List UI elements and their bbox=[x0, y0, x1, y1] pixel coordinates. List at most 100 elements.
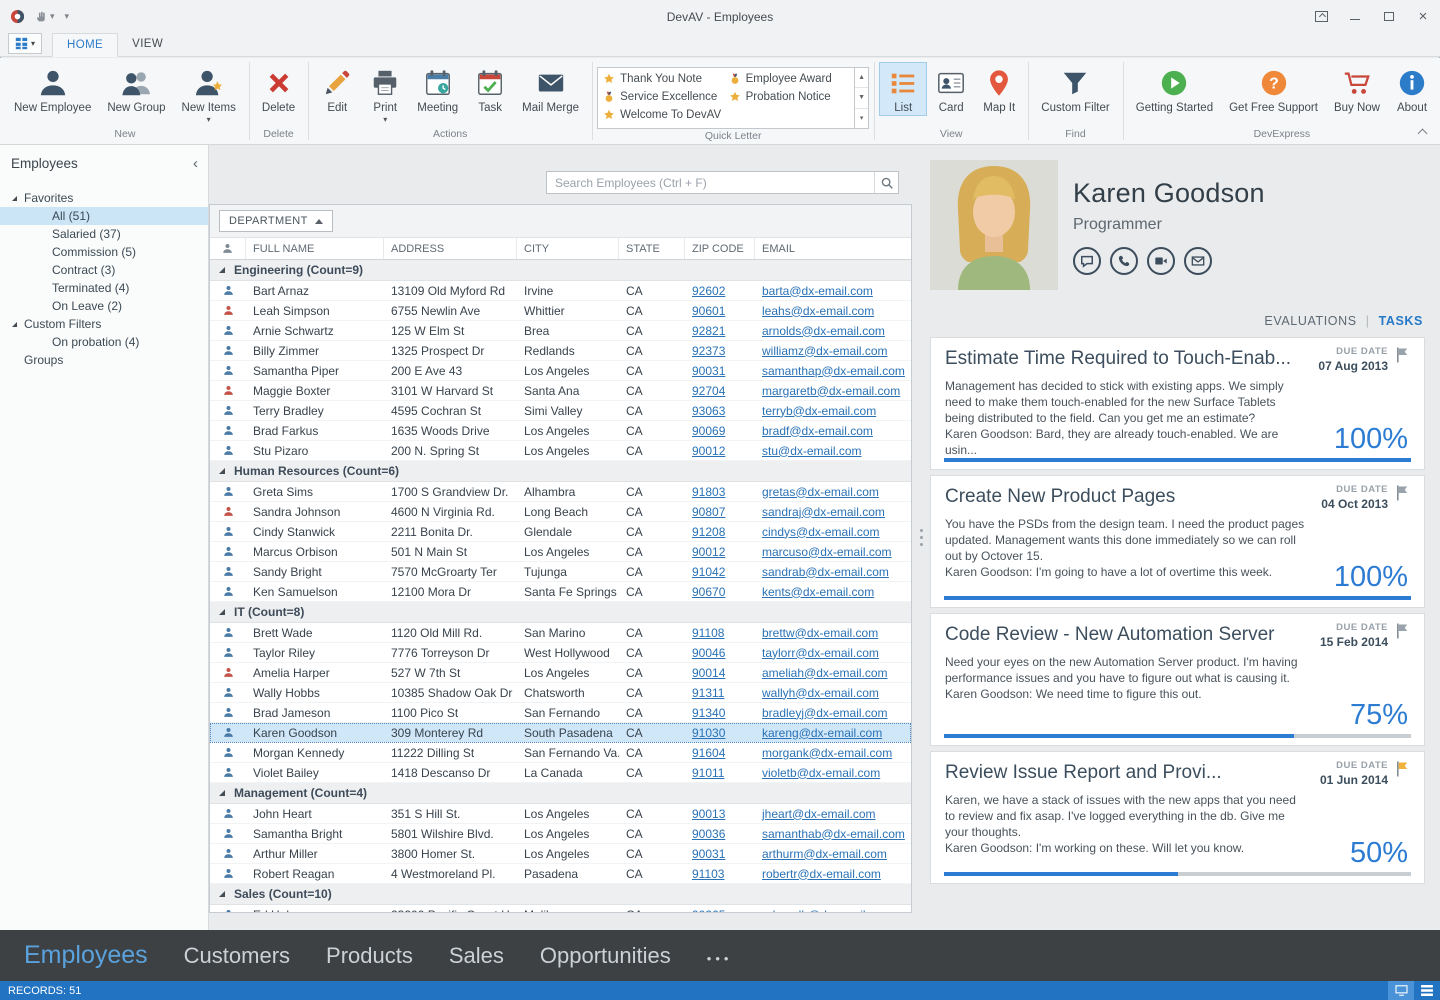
zip-code-link[interactable]: 90014 bbox=[692, 666, 725, 680]
employee-row-brad-jameson[interactable]: Brad Jameson1100 Pico StSan FernandoCA91… bbox=[210, 703, 911, 723]
employee-row-billy-zimmer[interactable]: Billy Zimmer1325 Prospect DrRedlandsCA92… bbox=[210, 341, 911, 361]
email-link[interactable]: ameliah@dx-email.com bbox=[762, 666, 888, 680]
email-link[interactable]: violetb@dx-email.com bbox=[762, 766, 880, 780]
list-view-button[interactable]: List bbox=[879, 62, 927, 116]
email-link[interactable]: brettw@dx-email.com bbox=[762, 626, 878, 640]
bottom-nav-overflow[interactable]: ••• bbox=[707, 945, 733, 966]
email-link[interactable]: robertr@dx-email.com bbox=[762, 867, 881, 881]
zip-code-link[interactable]: 91311 bbox=[692, 686, 724, 700]
employee-row-amelia-harper[interactable]: Amelia Harper527 W 7th StLos AngelesCA90… bbox=[210, 663, 911, 683]
email-link[interactable]: jheart@dx-email.com bbox=[762, 807, 876, 821]
grid-group-row-engineering-count-9[interactable]: Engineering (Count=9) bbox=[210, 260, 911, 281]
employee-row-ken-samuelson[interactable]: Ken Samuelson12100 Mora DrSanta Fe Sprin… bbox=[210, 582, 911, 602]
email-link[interactable]: marcuso@dx-email.com bbox=[762, 545, 892, 559]
sidebar-item-all-51[interactable]: All (51) bbox=[0, 207, 208, 225]
get-free-support-button[interactable]: ? Get Free Support bbox=[1221, 62, 1326, 116]
email-link[interactable]: edwardh@dx-email.com bbox=[762, 908, 892, 913]
email-link[interactable]: bradleyj@dx-email.com bbox=[762, 706, 888, 720]
gallery-scroll-down-icon[interactable]: ▼ bbox=[855, 88, 868, 108]
zip-code-link[interactable]: 90601 bbox=[692, 304, 725, 318]
sidebar-item-salaried-37[interactable]: Salaried (37) bbox=[0, 225, 208, 243]
email-link[interactable]: leahs@dx-email.com bbox=[762, 304, 874, 318]
tab-home[interactable]: HOME bbox=[52, 33, 118, 57]
employee-row-stu-pizaro[interactable]: Stu Pizaro200 N. Spring StLos AngelesCA9… bbox=[210, 441, 911, 461]
employee-row-samantha-bright[interactable]: Samantha Bright5801 Wilshire Blvd.Los An… bbox=[210, 824, 911, 844]
screen-size-toggle-icon[interactable] bbox=[1388, 981, 1414, 1000]
email-link[interactable]: kareng@dx-email.com bbox=[762, 726, 882, 740]
zip-code-link[interactable]: 92373 bbox=[692, 344, 725, 358]
employee-row-john-heart[interactable]: John Heart351 S Hill St.Los AngelesCA900… bbox=[210, 804, 911, 824]
employee-row-sandra-johnson[interactable]: Sandra Johnson4600 N Virginia Rd.Long Be… bbox=[210, 502, 911, 522]
sidebar-item-groups[interactable]: Groups bbox=[0, 351, 208, 369]
zip-code-link[interactable]: 91208 bbox=[692, 525, 725, 539]
grid-group-row-human-resources-count-6[interactable]: Human Resources (Count=6) bbox=[210, 461, 911, 482]
employee-row-brad-farkus[interactable]: Brad Farkus1635 Woods DriveLos AngelesCA… bbox=[210, 421, 911, 441]
group-expander-icon[interactable] bbox=[219, 891, 225, 897]
layout-toggle-icon[interactable] bbox=[1414, 981, 1440, 1000]
email-link[interactable]: sandraj@dx-email.com bbox=[762, 505, 885, 519]
group-by-department-button[interactable]: DEPARTMENT bbox=[219, 210, 333, 232]
zip-code-link[interactable]: 90031 bbox=[692, 364, 725, 378]
zip-code-link[interactable]: 91803 bbox=[692, 485, 725, 499]
employee-row-arnie-schwartz[interactable]: Arnie Schwartz125 W Elm StBreaCA92821arn… bbox=[210, 321, 911, 341]
print-button[interactable]: Print ▾ bbox=[361, 62, 409, 126]
zip-code-link[interactable]: 90012 bbox=[692, 545, 725, 559]
employee-row-morgan-kennedy[interactable]: Morgan Kennedy11222 Dilling StSan Fernan… bbox=[210, 743, 911, 763]
employee-row-karen-goodson[interactable]: Karen Goodson309 Monterey RdSouth Pasade… bbox=[210, 723, 911, 743]
employee-row-sandy-bright[interactable]: Sandy Bright7570 McGroarty TerTujungaCA9… bbox=[210, 562, 911, 582]
search-button[interactable] bbox=[874, 172, 898, 193]
map-it-button[interactable]: Map It bbox=[975, 62, 1023, 116]
video-call-button[interactable] bbox=[1147, 247, 1175, 275]
flag-icon[interactable] bbox=[1395, 484, 1410, 502]
tree-expander-icon[interactable] bbox=[12, 196, 17, 201]
email-link[interactable]: morgank@dx-email.com bbox=[762, 746, 892, 760]
tab-evaluations[interactable]: EVALUATIONS bbox=[1264, 314, 1356, 328]
sidebar-item-custom-filters[interactable]: Custom Filters bbox=[0, 315, 208, 333]
grid-detail-splitter[interactable] bbox=[912, 145, 930, 930]
employee-row-violet-bailey[interactable]: Violet Bailey1418 Descanso DrLa CanadaCA… bbox=[210, 763, 911, 783]
zip-code-link[interactable]: 90012 bbox=[692, 444, 725, 458]
zip-code-link[interactable]: 90265 bbox=[692, 908, 725, 913]
email-link[interactable]: samanthab@dx-email.com bbox=[762, 827, 905, 841]
flag-icon[interactable] bbox=[1395, 346, 1410, 364]
app-menu-button[interactable]: ▾ bbox=[8, 33, 42, 54]
email-link[interactable]: bradf@dx-email.com bbox=[762, 424, 873, 438]
email-link[interactable]: wallyh@dx-email.com bbox=[762, 686, 879, 700]
quick-letter-welcome-to-devav[interactable]: Welcome To DevAV bbox=[601, 106, 727, 124]
bottom-nav-employees[interactable]: Employees bbox=[24, 941, 148, 970]
group-expander-icon[interactable] bbox=[219, 790, 225, 796]
card-view-button[interactable]: Card bbox=[927, 62, 975, 116]
email-link[interactable]: kents@dx-email.com bbox=[762, 585, 874, 599]
employee-row-terry-bradley[interactable]: Terry Bradley4595 Cochran StSimi ValleyC… bbox=[210, 401, 911, 421]
zip-code-link[interactable]: 92704 bbox=[692, 384, 725, 398]
column-header-full-name[interactable]: FULL NAME bbox=[246, 238, 384, 259]
search-input[interactable] bbox=[547, 172, 874, 193]
tree-expander-icon[interactable] bbox=[12, 322, 17, 327]
mail-merge-button[interactable]: Mail Merge bbox=[514, 62, 587, 116]
meeting-button[interactable]: Meeting bbox=[409, 62, 466, 116]
maximize-button[interactable] bbox=[1372, 0, 1406, 33]
zip-code-link[interactable]: 90046 bbox=[692, 646, 725, 660]
sidebar-item-on-probation-4[interactable]: On probation (4) bbox=[0, 333, 208, 351]
zip-code-link[interactable]: 90807 bbox=[692, 505, 725, 519]
email-link[interactable]: barta@dx-email.com bbox=[762, 284, 873, 298]
buy-now-button[interactable]: Buy Now bbox=[1326, 62, 1388, 116]
column-header-city[interactable]: CITY bbox=[517, 238, 619, 259]
gallery-dropdown-icon[interactable]: ▾ bbox=[855, 109, 868, 128]
quick-letter-service-excellence[interactable]: Service Excellence bbox=[601, 88, 727, 106]
flag-icon[interactable] bbox=[1395, 622, 1410, 640]
grid-group-row-it-count-8[interactable]: IT (Count=8) bbox=[210, 602, 911, 623]
chat-button[interactable] bbox=[1073, 247, 1101, 275]
employee-row-maggie-boxter[interactable]: Maggie Boxter3101 W Harvard StSanta AnaC… bbox=[210, 381, 911, 401]
sidebar-item-on-leave-2[interactable]: On Leave (2) bbox=[0, 297, 208, 315]
touch-mode-icon[interactable]: ▾ bbox=[35, 10, 55, 23]
edit-button[interactable]: Edit bbox=[313, 62, 361, 116]
email-link[interactable]: taylorr@dx-email.com bbox=[762, 646, 879, 660]
email-link[interactable]: cindys@dx-email.com bbox=[762, 525, 880, 539]
email-link[interactable]: arthurm@dx-email.com bbox=[762, 847, 887, 861]
sidebar-item-terminated-4[interactable]: Terminated (4) bbox=[0, 279, 208, 297]
zip-code-link[interactable]: 90670 bbox=[692, 585, 725, 599]
zip-code-link[interactable]: 90013 bbox=[692, 807, 725, 821]
group-expander-icon[interactable] bbox=[219, 267, 225, 273]
zip-code-link[interactable]: 93063 bbox=[692, 404, 725, 418]
